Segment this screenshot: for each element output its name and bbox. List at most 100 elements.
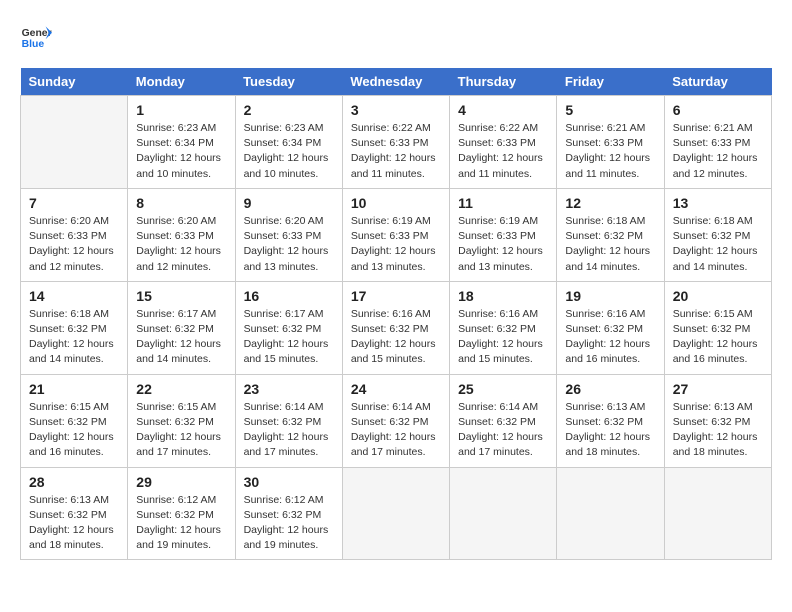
day-number: 14 bbox=[29, 288, 119, 304]
day-number: 23 bbox=[244, 381, 334, 397]
day-number: 17 bbox=[351, 288, 441, 304]
calendar-day-cell: 29 Sunrise: 6:12 AMSunset: 6:32 PMDayligh… bbox=[128, 467, 235, 560]
day-info: Sunrise: 6:15 AMSunset: 6:32 PMDaylight:… bbox=[136, 400, 226, 461]
day-number: 12 bbox=[565, 195, 655, 211]
calendar-day-cell bbox=[450, 467, 557, 560]
day-info: Sunrise: 6:17 AMSunset: 6:32 PMDaylight:… bbox=[244, 307, 334, 368]
day-number: 20 bbox=[673, 288, 763, 304]
calendar-day-cell: 4 Sunrise: 6:22 AMSunset: 6:33 PMDaylight… bbox=[450, 96, 557, 189]
calendar-body: 1 Sunrise: 6:23 AMSunset: 6:34 PMDaylight… bbox=[21, 96, 772, 560]
day-info: Sunrise: 6:16 AMSunset: 6:32 PMDaylight:… bbox=[565, 307, 655, 368]
day-info: Sunrise: 6:19 AMSunset: 6:33 PMDaylight:… bbox=[351, 214, 441, 275]
calendar-day-cell: 11Sunrise: 6:19 AMSunset: 6:33 PMDayligh… bbox=[450, 188, 557, 281]
day-info: Sunrise: 6:18 AMSunset: 6:32 PMDaylight:… bbox=[29, 307, 119, 368]
day-info: Sunrise: 6:14 AMSunset: 6:32 PMDaylight:… bbox=[458, 400, 548, 461]
calendar-week-row: 14 Sunrise: 6:18 AMSunset: 6:32 PMDayligh… bbox=[21, 281, 772, 374]
calendar-day-cell: 30 Sunrise: 6:12 AMSunset: 6:32 PMDayligh… bbox=[235, 467, 342, 560]
day-info: Sunrise: 6:21 AMSunset: 6:33 PMDaylight:… bbox=[673, 121, 763, 182]
day-number: 5 bbox=[565, 102, 655, 118]
day-number: 18 bbox=[458, 288, 548, 304]
calendar-table: SundayMondayTuesdayWednesdayThursdayFrid… bbox=[20, 68, 772, 560]
day-info: Sunrise: 6:12 AMSunset: 6:32 PMDaylight:… bbox=[244, 493, 334, 554]
day-info: Sunrise: 6:20 AMSunset: 6:33 PMDaylight:… bbox=[29, 214, 119, 275]
logo: General Blue bbox=[20, 20, 52, 52]
day-info: Sunrise: 6:22 AMSunset: 6:33 PMDaylight:… bbox=[351, 121, 441, 182]
logo-icon: General Blue bbox=[20, 20, 52, 52]
calendar-day-cell: 27 Sunrise: 6:13 AMSunset: 6:32 PMDayligh… bbox=[664, 374, 771, 467]
day-info: Sunrise: 6:13 AMSunset: 6:32 PMDaylight:… bbox=[565, 400, 655, 461]
day-info: Sunrise: 6:16 AMSunset: 6:32 PMDaylight:… bbox=[458, 307, 548, 368]
day-info: Sunrise: 6:19 AMSunset: 6:33 PMDaylight:… bbox=[458, 214, 548, 275]
calendar-day-cell: 18 Sunrise: 6:16 AMSunset: 6:32 PMDayligh… bbox=[450, 281, 557, 374]
day-info: Sunrise: 6:23 AMSunset: 6:34 PMDaylight:… bbox=[136, 121, 226, 182]
calendar-day-cell: 20 Sunrise: 6:15 AMSunset: 6:32 PMDayligh… bbox=[664, 281, 771, 374]
day-number: 28 bbox=[29, 474, 119, 490]
page-header: General Blue bbox=[20, 20, 772, 52]
day-info: Sunrise: 6:20 AMSunset: 6:33 PMDaylight:… bbox=[244, 214, 334, 275]
day-number: 10 bbox=[351, 195, 441, 211]
calendar-day-cell: 12Sunrise: 6:18 AMSunset: 6:32 PMDayligh… bbox=[557, 188, 664, 281]
calendar-day-cell: 13Sunrise: 6:18 AMSunset: 6:32 PMDayligh… bbox=[664, 188, 771, 281]
day-number: 1 bbox=[136, 102, 226, 118]
calendar-day-cell: 14 Sunrise: 6:18 AMSunset: 6:32 PMDayligh… bbox=[21, 281, 128, 374]
calendar-week-row: 28 Sunrise: 6:13 AMSunset: 6:32 PMDayligh… bbox=[21, 467, 772, 560]
calendar-day-cell: 26 Sunrise: 6:13 AMSunset: 6:32 PMDayligh… bbox=[557, 374, 664, 467]
day-info: Sunrise: 6:14 AMSunset: 6:32 PMDaylight:… bbox=[244, 400, 334, 461]
weekday-header-cell: Sunday bbox=[21, 68, 128, 96]
day-info: Sunrise: 6:17 AMSunset: 6:32 PMDaylight:… bbox=[136, 307, 226, 368]
calendar-day-cell: 15 Sunrise: 6:17 AMSunset: 6:32 PMDayligh… bbox=[128, 281, 235, 374]
calendar-day-cell: 8 Sunrise: 6:20 AMSunset: 6:33 PMDaylight… bbox=[128, 188, 235, 281]
calendar-day-cell: 5Sunrise: 6:21 AMSunset: 6:33 PMDaylight… bbox=[557, 96, 664, 189]
calendar-day-cell: 1 Sunrise: 6:23 AMSunset: 6:34 PMDaylight… bbox=[128, 96, 235, 189]
day-number: 3 bbox=[351, 102, 441, 118]
calendar-day-cell: 23 Sunrise: 6:14 AMSunset: 6:32 PMDayligh… bbox=[235, 374, 342, 467]
day-number: 7 bbox=[29, 195, 119, 211]
weekday-header-row: SundayMondayTuesdayWednesdayThursdayFrid… bbox=[21, 68, 772, 96]
day-number: 19 bbox=[565, 288, 655, 304]
calendar-week-row: 21 Sunrise: 6:15 AMSunset: 6:32 PMDayligh… bbox=[21, 374, 772, 467]
day-number: 8 bbox=[136, 195, 226, 211]
calendar-day-cell: 3 Sunrise: 6:22 AMSunset: 6:33 PMDaylight… bbox=[342, 96, 449, 189]
day-number: 6 bbox=[673, 102, 763, 118]
weekday-header-cell: Wednesday bbox=[342, 68, 449, 96]
day-number: 4 bbox=[458, 102, 548, 118]
weekday-header-cell: Tuesday bbox=[235, 68, 342, 96]
day-info: Sunrise: 6:20 AMSunset: 6:33 PMDaylight:… bbox=[136, 214, 226, 275]
calendar-day-cell bbox=[342, 467, 449, 560]
calendar-day-cell: 21Sunrise: 6:15 AMSunset: 6:32 PMDayligh… bbox=[21, 374, 128, 467]
weekday-header-cell: Thursday bbox=[450, 68, 557, 96]
calendar-week-row: 1 Sunrise: 6:23 AMSunset: 6:34 PMDaylight… bbox=[21, 96, 772, 189]
calendar-day-cell: 19 Sunrise: 6:16 AMSunset: 6:32 PMDayligh… bbox=[557, 281, 664, 374]
day-number: 26 bbox=[565, 381, 655, 397]
calendar-day-cell: 28 Sunrise: 6:13 AMSunset: 6:32 PMDayligh… bbox=[21, 467, 128, 560]
day-number: 13 bbox=[673, 195, 763, 211]
day-number: 25 bbox=[458, 381, 548, 397]
day-number: 15 bbox=[136, 288, 226, 304]
day-info: Sunrise: 6:16 AMSunset: 6:32 PMDaylight:… bbox=[351, 307, 441, 368]
day-info: Sunrise: 6:12 AMSunset: 6:32 PMDaylight:… bbox=[136, 493, 226, 554]
day-info: Sunrise: 6:22 AMSunset: 6:33 PMDaylight:… bbox=[458, 121, 548, 182]
calendar-week-row: 7 Sunrise: 6:20 AMSunset: 6:33 PMDaylight… bbox=[21, 188, 772, 281]
calendar-day-cell: 24 Sunrise: 6:14 AMSunset: 6:32 PMDayligh… bbox=[342, 374, 449, 467]
weekday-header-cell: Friday bbox=[557, 68, 664, 96]
day-info: Sunrise: 6:13 AMSunset: 6:32 PMDaylight:… bbox=[29, 493, 119, 554]
calendar-day-cell: 25 Sunrise: 6:14 AMSunset: 6:32 PMDayligh… bbox=[450, 374, 557, 467]
day-info: Sunrise: 6:14 AMSunset: 6:32 PMDaylight:… bbox=[351, 400, 441, 461]
day-number: 21 bbox=[29, 381, 119, 397]
weekday-header-cell: Saturday bbox=[664, 68, 771, 96]
calendar-day-cell: 17 Sunrise: 6:16 AMSunset: 6:32 PMDayligh… bbox=[342, 281, 449, 374]
calendar-day-cell bbox=[557, 467, 664, 560]
day-number: 24 bbox=[351, 381, 441, 397]
day-number: 27 bbox=[673, 381, 763, 397]
day-number: 16 bbox=[244, 288, 334, 304]
calendar-day-cell: 10 Sunrise: 6:19 AMSunset: 6:33 PMDayligh… bbox=[342, 188, 449, 281]
day-number: 30 bbox=[244, 474, 334, 490]
day-info: Sunrise: 6:15 AMSunset: 6:32 PMDaylight:… bbox=[673, 307, 763, 368]
svg-text:Blue: Blue bbox=[22, 39, 45, 50]
weekday-header-cell: Monday bbox=[128, 68, 235, 96]
day-number: 22 bbox=[136, 381, 226, 397]
calendar-day-cell: 6 Sunrise: 6:21 AMSunset: 6:33 PMDaylight… bbox=[664, 96, 771, 189]
calendar-day-cell: 22 Sunrise: 6:15 AMSunset: 6:32 PMDayligh… bbox=[128, 374, 235, 467]
day-number: 29 bbox=[136, 474, 226, 490]
day-info: Sunrise: 6:13 AMSunset: 6:32 PMDaylight:… bbox=[673, 400, 763, 461]
